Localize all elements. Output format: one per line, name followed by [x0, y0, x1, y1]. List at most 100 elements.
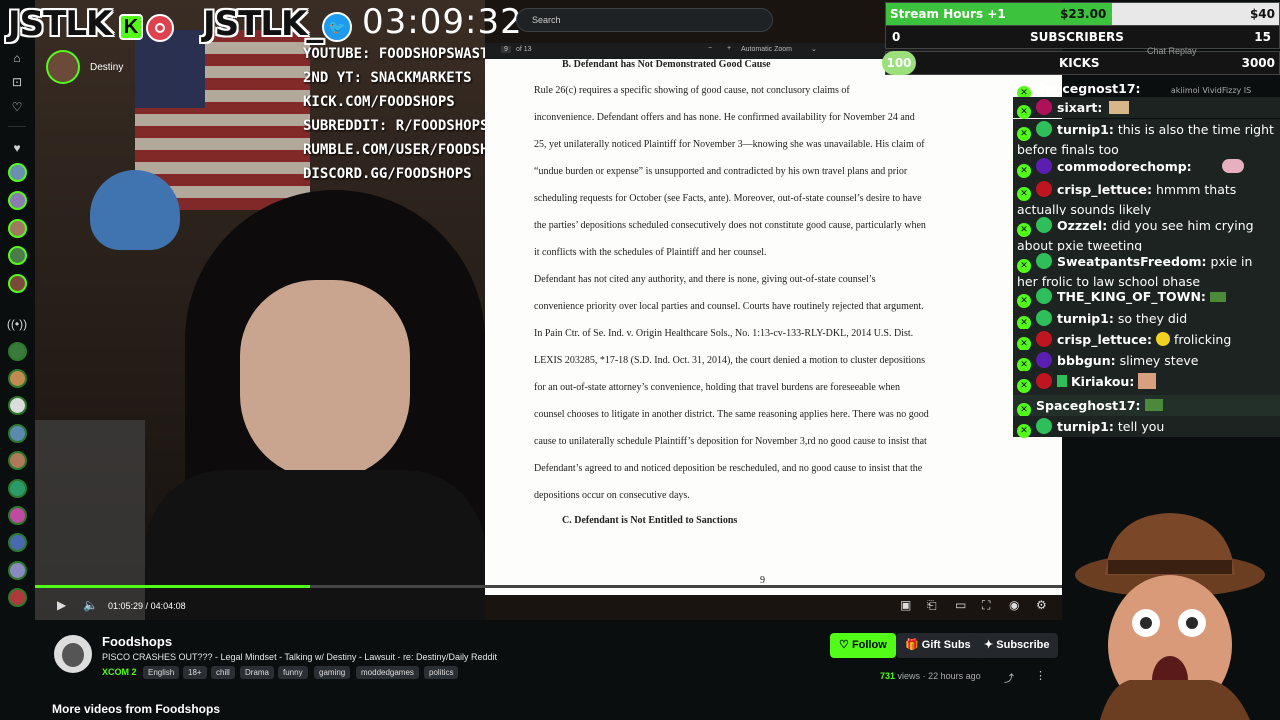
tag[interactable]: Drama — [240, 666, 275, 679]
sidebar-channel-avatar[interactable] — [8, 342, 27, 361]
kicks-label: KICKS — [1059, 56, 1100, 70]
user-badge-icon — [1036, 310, 1052, 326]
chat-text: did you see him crying about pxie tweeti… — [1017, 218, 1254, 253]
subscriber-badge-icon: ✕ — [1017, 358, 1031, 372]
kicks-bar: 100 KICKS 3000 — [882, 51, 1280, 75]
more-videos-heading: More videos from Foodshops — [52, 702, 221, 716]
channel-name[interactable]: Foodshops — [102, 634, 172, 649]
tag[interactable]: politics — [424, 666, 459, 679]
play-icon[interactable]: ▶ — [57, 598, 66, 612]
detective-mascot-image — [1075, 513, 1265, 720]
pdf-page: B. Defendant has Not Demonstrated Good C… — [485, 59, 1062, 595]
chat-username: bbbgun: — [1057, 353, 1116, 368]
chat-text: tell you — [1117, 419, 1165, 434]
pdf-subheading: C. Defendant is Not Entitled to Sanction… — [562, 515, 738, 526]
chat-username: Spacegnost17: — [1036, 81, 1141, 96]
pdf-line: LEXIS 203285, *17-18 (S.D. Ind. Oct. 31,… — [534, 355, 926, 366]
pdf-line: Defendant’s agreed to and noticed deposi… — [534, 463, 923, 474]
stream-title: PISCO CRASHES OUT??? - Legal Mindset - T… — [102, 652, 497, 662]
user-badge-icon — [1036, 158, 1052, 174]
total-time: 04:04:08 — [150, 601, 186, 611]
video-progress-bar[interactable] — [35, 585, 1062, 588]
recommended-live-icon: ((•)) — [6, 317, 28, 331]
volume-icon[interactable]: 🔈 — [83, 598, 98, 612]
tag[interactable]: chill — [211, 666, 235, 679]
user-badge-icon — [1036, 288, 1052, 304]
subscriber-badge-icon: ✕ — [1017, 316, 1031, 330]
sidebar-channel-avatar[interactable] — [8, 191, 27, 210]
sidebar-channel-avatar[interactable] — [8, 588, 27, 607]
gift-icon: 🎁 — [905, 639, 919, 651]
chat-text: this is also the time right before final… — [1017, 122, 1274, 157]
subscriber-badge-icon: ✕ — [1017, 379, 1031, 393]
chat-message: ✕ Spaceghost17: — [1013, 395, 1280, 417]
recording-badge-icon — [146, 14, 174, 42]
theater-mode-icon[interactable]: ▭ — [955, 598, 966, 612]
chevron-down-icon: ⌄ — [811, 46, 817, 53]
chat-message-partial: ✕ Spacegnost17: akiimoi VividFizzy IS — [1013, 78, 1280, 100]
pdf-page-input[interactable]: 9 — [501, 46, 511, 53]
sidebar-channel-avatar[interactable] — [8, 479, 27, 498]
search-input[interactable]: Search — [516, 8, 773, 32]
chat-replay-label: Chat Replay — [1147, 46, 1197, 56]
time-ago: 22 hours ago — [928, 671, 981, 681]
pdf-line: depositions occur on consecutive days. — [534, 490, 690, 501]
speed-icon[interactable]: ◉ — [1009, 598, 1019, 612]
chat-text: so they did — [1117, 311, 1188, 326]
subs-label: SUBSCRIBERS — [1030, 30, 1124, 44]
channel-avatar[interactable] — [52, 633, 94, 675]
tag[interactable]: English — [143, 666, 180, 679]
more-options-icon[interactable]: ⋮ — [1035, 669, 1046, 682]
sidebar-channel-avatar[interactable] — [8, 246, 27, 265]
user-badge-icon — [1036, 217, 1052, 233]
gift-subs-button[interactable]: 🎁 Gift Subs — [896, 633, 980, 658]
category-link[interactable]: XCOM 2 — [102, 667, 137, 677]
tag[interactable]: funny — [278, 666, 308, 679]
tag[interactable]: gaming — [314, 666, 351, 679]
sidebar-channel-avatar[interactable] — [8, 451, 27, 470]
following-heart-icon[interactable]: ♡ — [7, 97, 27, 117]
subscriber-badge-icon: ✕ — [1017, 259, 1031, 273]
chat-username: SweatpantsFreedom: — [1057, 254, 1207, 269]
chat-panel: ✕ Spacegnost17: akiimoi VividFizzy IS ✕ si… — [1013, 78, 1280, 438]
sidebar-channel-avatar[interactable] — [8, 369, 27, 388]
following-heart-filled-icon[interactable]: ♥ — [7, 138, 27, 158]
sidebar-channel-avatar[interactable] — [8, 163, 27, 182]
emote-icon — [1155, 332, 1170, 346]
pdf-line: convenience priority over local parties … — [534, 301, 924, 312]
clip-icon[interactable]: ⎗ — [927, 598, 937, 613]
subscribe-button[interactable]: ✦ Subscribe — [975, 633, 1059, 658]
follow-button[interactable]: ♡ Follow — [830, 633, 896, 658]
subscriber-badge-icon: ✕ — [1017, 187, 1031, 201]
sidebar-channel-avatar[interactable] — [8, 396, 27, 415]
pdf-line: Rule 26(c) requires a specific showing o… — [534, 85, 850, 96]
subscriber-badge-icon: ✕ — [1017, 223, 1031, 237]
pip-icon[interactable]: ▣ — [900, 598, 911, 612]
user-badge-icon — [1036, 181, 1052, 197]
zoom-out-icon[interactable]: − — [708, 45, 712, 52]
subscribe-label: Subscribe — [996, 639, 1050, 651]
pdf-line: the parties’ depositions scheduled conse… — [534, 220, 926, 231]
tag[interactable]: 18+ — [183, 666, 207, 679]
zoom-in-icon[interactable]: + — [727, 45, 731, 52]
sidebar-channel-avatar[interactable] — [8, 219, 27, 238]
chat-username: commodorechomp: — [1057, 159, 1192, 174]
sidebar-channel-avatar[interactable] — [8, 274, 27, 293]
tag[interactable]: moddedgames — [356, 666, 419, 679]
sidebar-channel-avatar[interactable] — [8, 506, 27, 525]
pdf-page-count: of 13 — [516, 46, 532, 53]
settings-gear-icon[interactable]: ⚙ — [1036, 598, 1047, 612]
sidebar-channel-avatar[interactable] — [8, 533, 27, 552]
stream-hours-goal: $40 — [1249, 7, 1275, 21]
chat-message: ✕ SweatpantsFreedom: pxie in her frolic t… — [1013, 251, 1280, 289]
home-icon[interactable]: ⌂ — [7, 48, 27, 68]
zoom-select[interactable]: Automatic Zoom — [741, 46, 792, 53]
guest-name: Destiny — [90, 62, 124, 73]
flag-canton — [135, 30, 205, 108]
browse-icon[interactable]: ⊡ — [7, 72, 27, 92]
emote-icon — [1138, 373, 1157, 389]
share-icon[interactable]: ⤴ — [1004, 670, 1014, 685]
sidebar-channel-avatar[interactable] — [8, 424, 27, 443]
sidebar-channel-avatar[interactable] — [8, 561, 27, 580]
fullscreen-icon[interactable]: ⛶ — [982, 598, 990, 613]
